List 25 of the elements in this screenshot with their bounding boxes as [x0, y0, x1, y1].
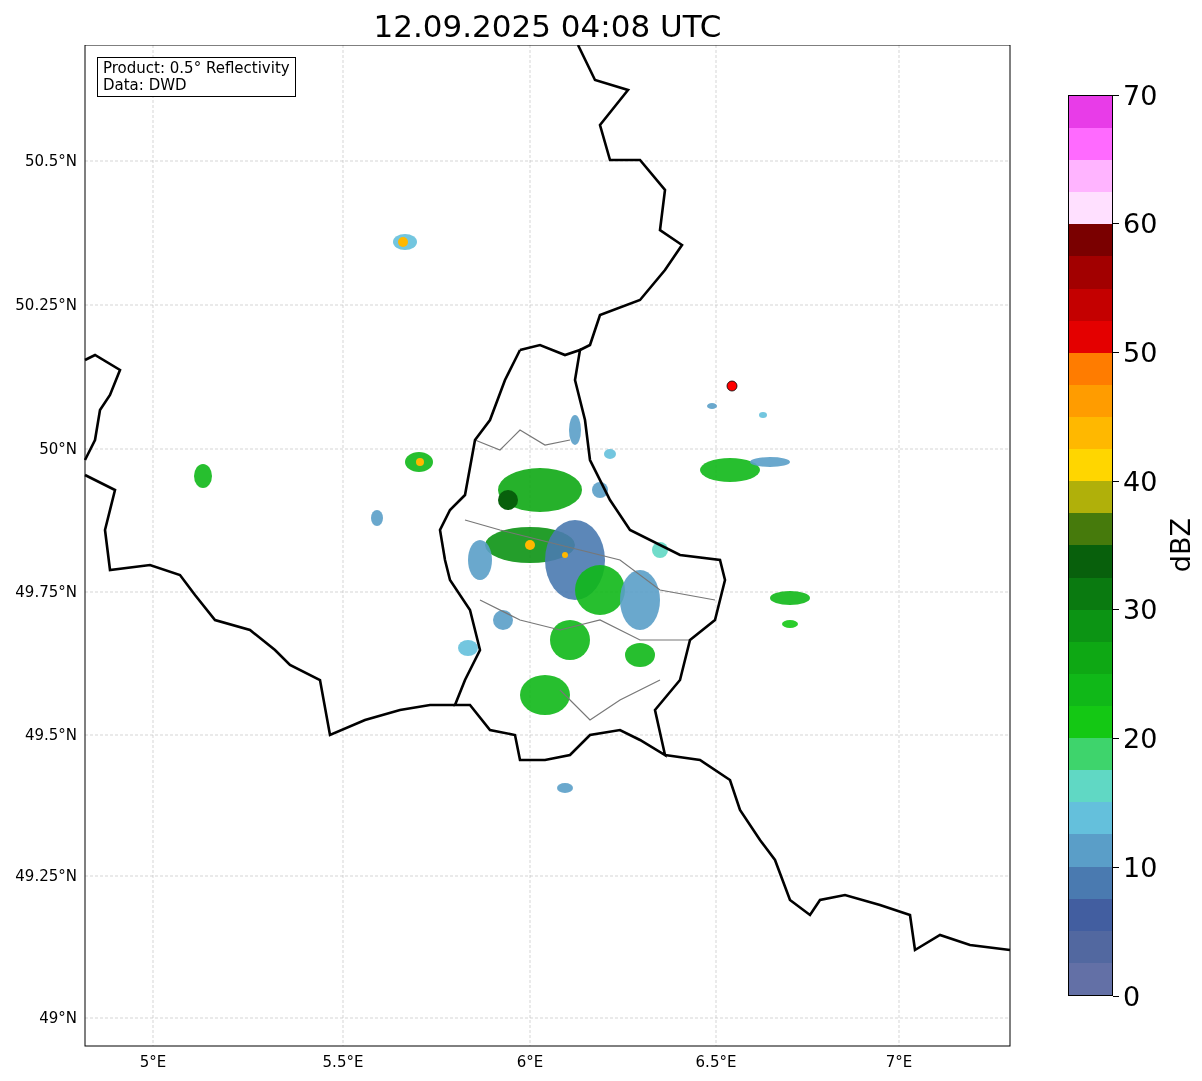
- chart-title: 12.09.2025 04:08 UTC: [372, 7, 723, 45]
- colorbar-tick-label: 70: [1123, 79, 1158, 111]
- location-marker: [726, 380, 738, 392]
- longitude-label: 7°E: [885, 1053, 913, 1071]
- longitude-label: 6.5°E: [695, 1053, 737, 1071]
- colorbar-tick-label: 0: [1123, 980, 1141, 1012]
- latitude-label: 50.5°N: [24, 152, 77, 170]
- colorbar-tick-label: 10: [1123, 851, 1158, 883]
- colorbar-tick-label: 30: [1123, 594, 1158, 626]
- colorbar-tick-label: 40: [1123, 465, 1158, 497]
- info-text: Product: 0.5° Reflectivity: [103, 60, 290, 77]
- colorbar-tick-label: 20: [1123, 723, 1158, 755]
- latitude-label: 49.25°N: [15, 867, 77, 885]
- latitude-label: 49°N: [39, 1009, 77, 1027]
- latitude-label: 50°N: [39, 440, 77, 458]
- longitude-label: 6°E: [516, 1053, 544, 1071]
- longitude-label: 5°E: [139, 1053, 167, 1071]
- colorbar-tick-label: 60: [1123, 208, 1158, 240]
- latitude-label: 50.25°N: [15, 296, 77, 314]
- colorbar-label: dBZ: [1165, 518, 1196, 573]
- latitude-label: 49.5°N: [24, 726, 77, 744]
- latitude-label: 49.75°N: [15, 583, 77, 601]
- colorbar-tick-label: 50: [1123, 336, 1158, 368]
- longitude-label: 5.5°E: [322, 1053, 364, 1071]
- info-text: Data: DWD: [103, 77, 188, 94]
